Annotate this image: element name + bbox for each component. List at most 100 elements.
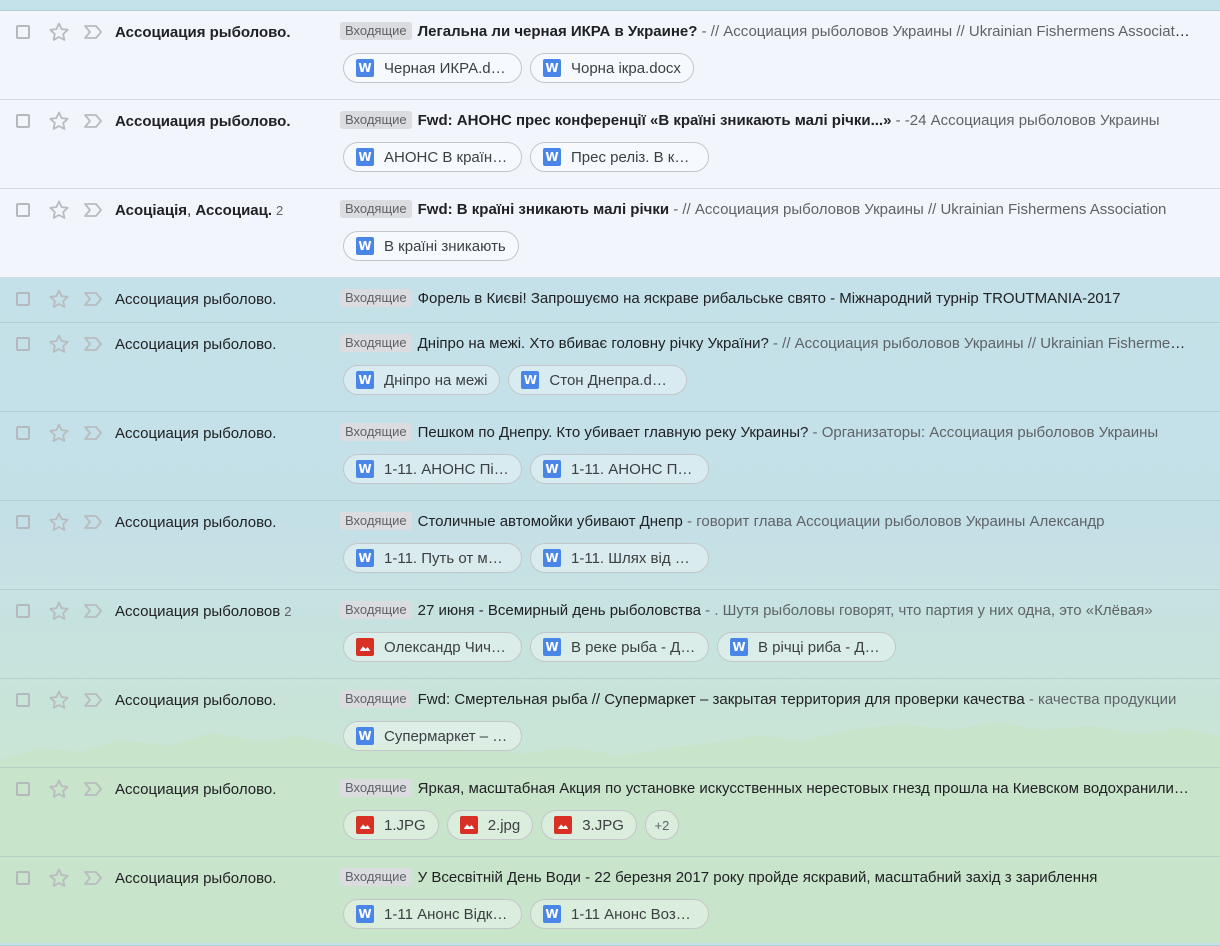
star-icon[interactable] <box>47 332 71 356</box>
star-icon[interactable] <box>47 777 71 801</box>
inbox-label[interactable]: Входящие <box>340 868 412 886</box>
attachment-chip[interactable]: W Стон Днепра.docx <box>508 365 688 395</box>
importance-marker-icon[interactable] <box>82 690 104 710</box>
email-row[interactable]: Ассоциация рыболово. Входящие Fwd: АНОНС п… <box>0 100 1220 189</box>
attachment-name: Прес реліз. В країні <box>571 148 696 166</box>
select-checkbox[interactable] <box>16 337 30 351</box>
message-summary[interactable]: Входящие 27 июня - Всемирный день рыболов… <box>340 601 1190 621</box>
message-summary[interactable]: Входящие Легальна ли черная ИКРА в Украин… <box>340 22 1190 42</box>
select-checkbox[interactable] <box>16 515 30 529</box>
message-summary[interactable]: Входящие Столичные автомойки убивают Днеп… <box>340 512 1190 532</box>
star-icon[interactable] <box>47 198 71 222</box>
message-summary[interactable]: Входящие Дніпро на межі. Хто вбиває голов… <box>340 334 1190 354</box>
email-row[interactable]: Ассоциация рыболово. Входящие Дніпро на ме… <box>0 323 1220 412</box>
email-row[interactable]: Ассоциация рыболовов 2 Входящие 27 июня - В… <box>0 590 1220 679</box>
message-summary[interactable]: Входящие Fwd: В країні зникають малі річк… <box>340 200 1190 220</box>
attachment-chip[interactable]: W АНОНС В країні зникають <box>343 142 522 172</box>
attachment-chip[interactable]: W В реке рыба - День <box>530 632 709 662</box>
attachment-chip[interactable]: Олександр Чичков <box>343 632 522 662</box>
importance-marker-icon[interactable] <box>82 779 104 799</box>
attachment-chip[interactable]: W 1-11. АНОНС Пешком <box>530 454 709 484</box>
inbox-label[interactable]: Входящие <box>340 200 412 218</box>
attachment-chips: W Черная ИКРА.docx W Чорна ікра.docx <box>343 53 702 83</box>
attachment-chip[interactable]: W Супермаркет – закрытая <box>343 721 522 751</box>
select-checkbox[interactable] <box>16 871 30 885</box>
message-summary[interactable]: Входящие Яркая, масштабная Акция по устан… <box>340 779 1190 799</box>
sender-text: Ассоциация рыболовов <box>115 603 281 620</box>
star-icon[interactable] <box>47 599 71 623</box>
select-checkbox[interactable] <box>16 782 30 796</box>
importance-marker-icon[interactable] <box>82 868 104 888</box>
email-row[interactable]: Ассоциация рыболово. Входящие Fwd: Смертел… <box>0 679 1220 768</box>
attachment-name: В реке рыба - День <box>571 638 696 656</box>
inbox-label[interactable]: Входящие <box>340 512 412 530</box>
attachment-chip[interactable]: W Черная ИКРА.docx <box>343 53 522 83</box>
sender-text: Ассоциация рыболово. <box>115 870 277 887</box>
star-icon[interactable] <box>47 510 71 534</box>
inbox-label[interactable]: Входящие <box>340 690 412 708</box>
select-checkbox[interactable] <box>16 203 30 217</box>
importance-marker-icon[interactable] <box>82 289 104 309</box>
attachment-chip[interactable]: 1.JPG <box>343 810 439 840</box>
sender-name: Ассоциация рыболово. <box>115 514 276 531</box>
email-row[interactable]: Ассоциация рыболово. Входящие Яркая, масшт… <box>0 768 1220 857</box>
inbox-label[interactable]: Входящие <box>340 111 412 129</box>
importance-marker-icon[interactable] <box>82 334 104 354</box>
inbox-label[interactable]: Входящие <box>340 289 412 307</box>
select-checkbox[interactable] <box>16 693 30 707</box>
select-checkbox[interactable] <box>16 114 30 128</box>
attachment-name: Олександр Чичков <box>384 638 509 656</box>
image-file-icon <box>356 638 374 656</box>
attachment-chip[interactable]: W 1-11 Анонс Відкриття <box>343 899 522 929</box>
snippet: - -24 Ассоциация рыболовов Украины <box>891 112 1160 129</box>
subject: Яркая, масштабная Акция по установке иск… <box>417 780 1190 797</box>
select-checkbox[interactable] <box>16 25 30 39</box>
attachment-chip[interactable]: W 1-11 Анонс Возрождение <box>530 899 709 929</box>
message-summary[interactable]: Входящие Fwd: АНОНС прес конференції «В к… <box>340 111 1190 131</box>
star-icon[interactable] <box>47 421 71 445</box>
select-checkbox[interactable] <box>16 292 30 306</box>
email-row[interactable]: Асоціація, Ассоциац. 2 Входящие Fwd: В краї… <box>0 189 1220 278</box>
message-summary[interactable]: Входящие Форель в Києві! Запрошуємо на яс… <box>340 289 1190 309</box>
importance-marker-icon[interactable] <box>82 423 104 443</box>
more-attachments-button[interactable]: +2 <box>644 810 679 840</box>
email-row[interactable]: Ассоциация рыболово. Входящие У Всесвітній… <box>0 857 1220 946</box>
star-icon[interactable] <box>47 866 71 890</box>
attachment-chip[interactable]: W Чорна ікра.docx <box>530 53 694 83</box>
inbox-label[interactable]: Входящие <box>340 334 412 352</box>
star-icon[interactable] <box>47 287 71 311</box>
message-summary[interactable]: Входящие Пешком по Днепру. Кто убивает гл… <box>340 423 1190 443</box>
attachment-chip[interactable]: W 1-11. Шлях від мийки <box>530 543 709 573</box>
importance-marker-icon[interactable] <box>82 200 104 220</box>
email-row[interactable]: Ассоциация рыболово. Входящие Форель в Киє… <box>0 278 1220 323</box>
select-checkbox[interactable] <box>16 604 30 618</box>
word-doc-icon: W <box>356 237 374 255</box>
attachment-chip[interactable]: W 1-11. Путь от мойки <box>343 543 522 573</box>
email-row[interactable]: Ассоциация рыболово. Входящие Легальна ли … <box>0 11 1220 100</box>
star-icon[interactable] <box>47 688 71 712</box>
message-summary[interactable]: Входящие У Всесвітній День Води - 22 бере… <box>340 868 1190 888</box>
importance-marker-icon[interactable] <box>82 512 104 532</box>
sender-text: Ассоциация рыболово. <box>115 692 277 709</box>
importance-marker-icon[interactable] <box>82 22 104 42</box>
attachment-chip[interactable]: W 1-11. АНОНС Пішки <box>343 454 522 484</box>
select-checkbox[interactable] <box>16 426 30 440</box>
message-summary[interactable]: Входящие Fwd: Смертельная рыба // Суперма… <box>340 690 1190 710</box>
importance-marker-icon[interactable] <box>82 111 104 131</box>
attachment-chip[interactable]: W В країні зникають <box>343 231 519 261</box>
attachment-chip[interactable]: W Дніпро на межі <box>343 365 501 395</box>
inbox-label[interactable]: Входящие <box>340 22 412 40</box>
attachment-chip[interactable]: W Прес реліз. В країні <box>530 142 709 172</box>
star-icon[interactable] <box>47 109 71 133</box>
email-row[interactable]: Ассоциация рыболово. Входящие Столичные ав… <box>0 501 1220 590</box>
attachment-chip[interactable]: 2.jpg <box>446 810 534 840</box>
word-doc-icon: W <box>356 371 374 389</box>
importance-marker-icon[interactable] <box>82 601 104 621</box>
attachment-chip[interactable]: W В річці риба - День <box>717 632 896 662</box>
star-icon[interactable] <box>47 20 71 44</box>
email-row[interactable]: Ассоциация рыболово. Входящие Пешком по Дн… <box>0 412 1220 501</box>
inbox-label[interactable]: Входящие <box>340 779 412 797</box>
attachment-chip[interactable]: 3.JPG <box>541 810 637 840</box>
inbox-label[interactable]: Входящие <box>340 601 412 619</box>
inbox-label[interactable]: Входящие <box>340 423 412 441</box>
